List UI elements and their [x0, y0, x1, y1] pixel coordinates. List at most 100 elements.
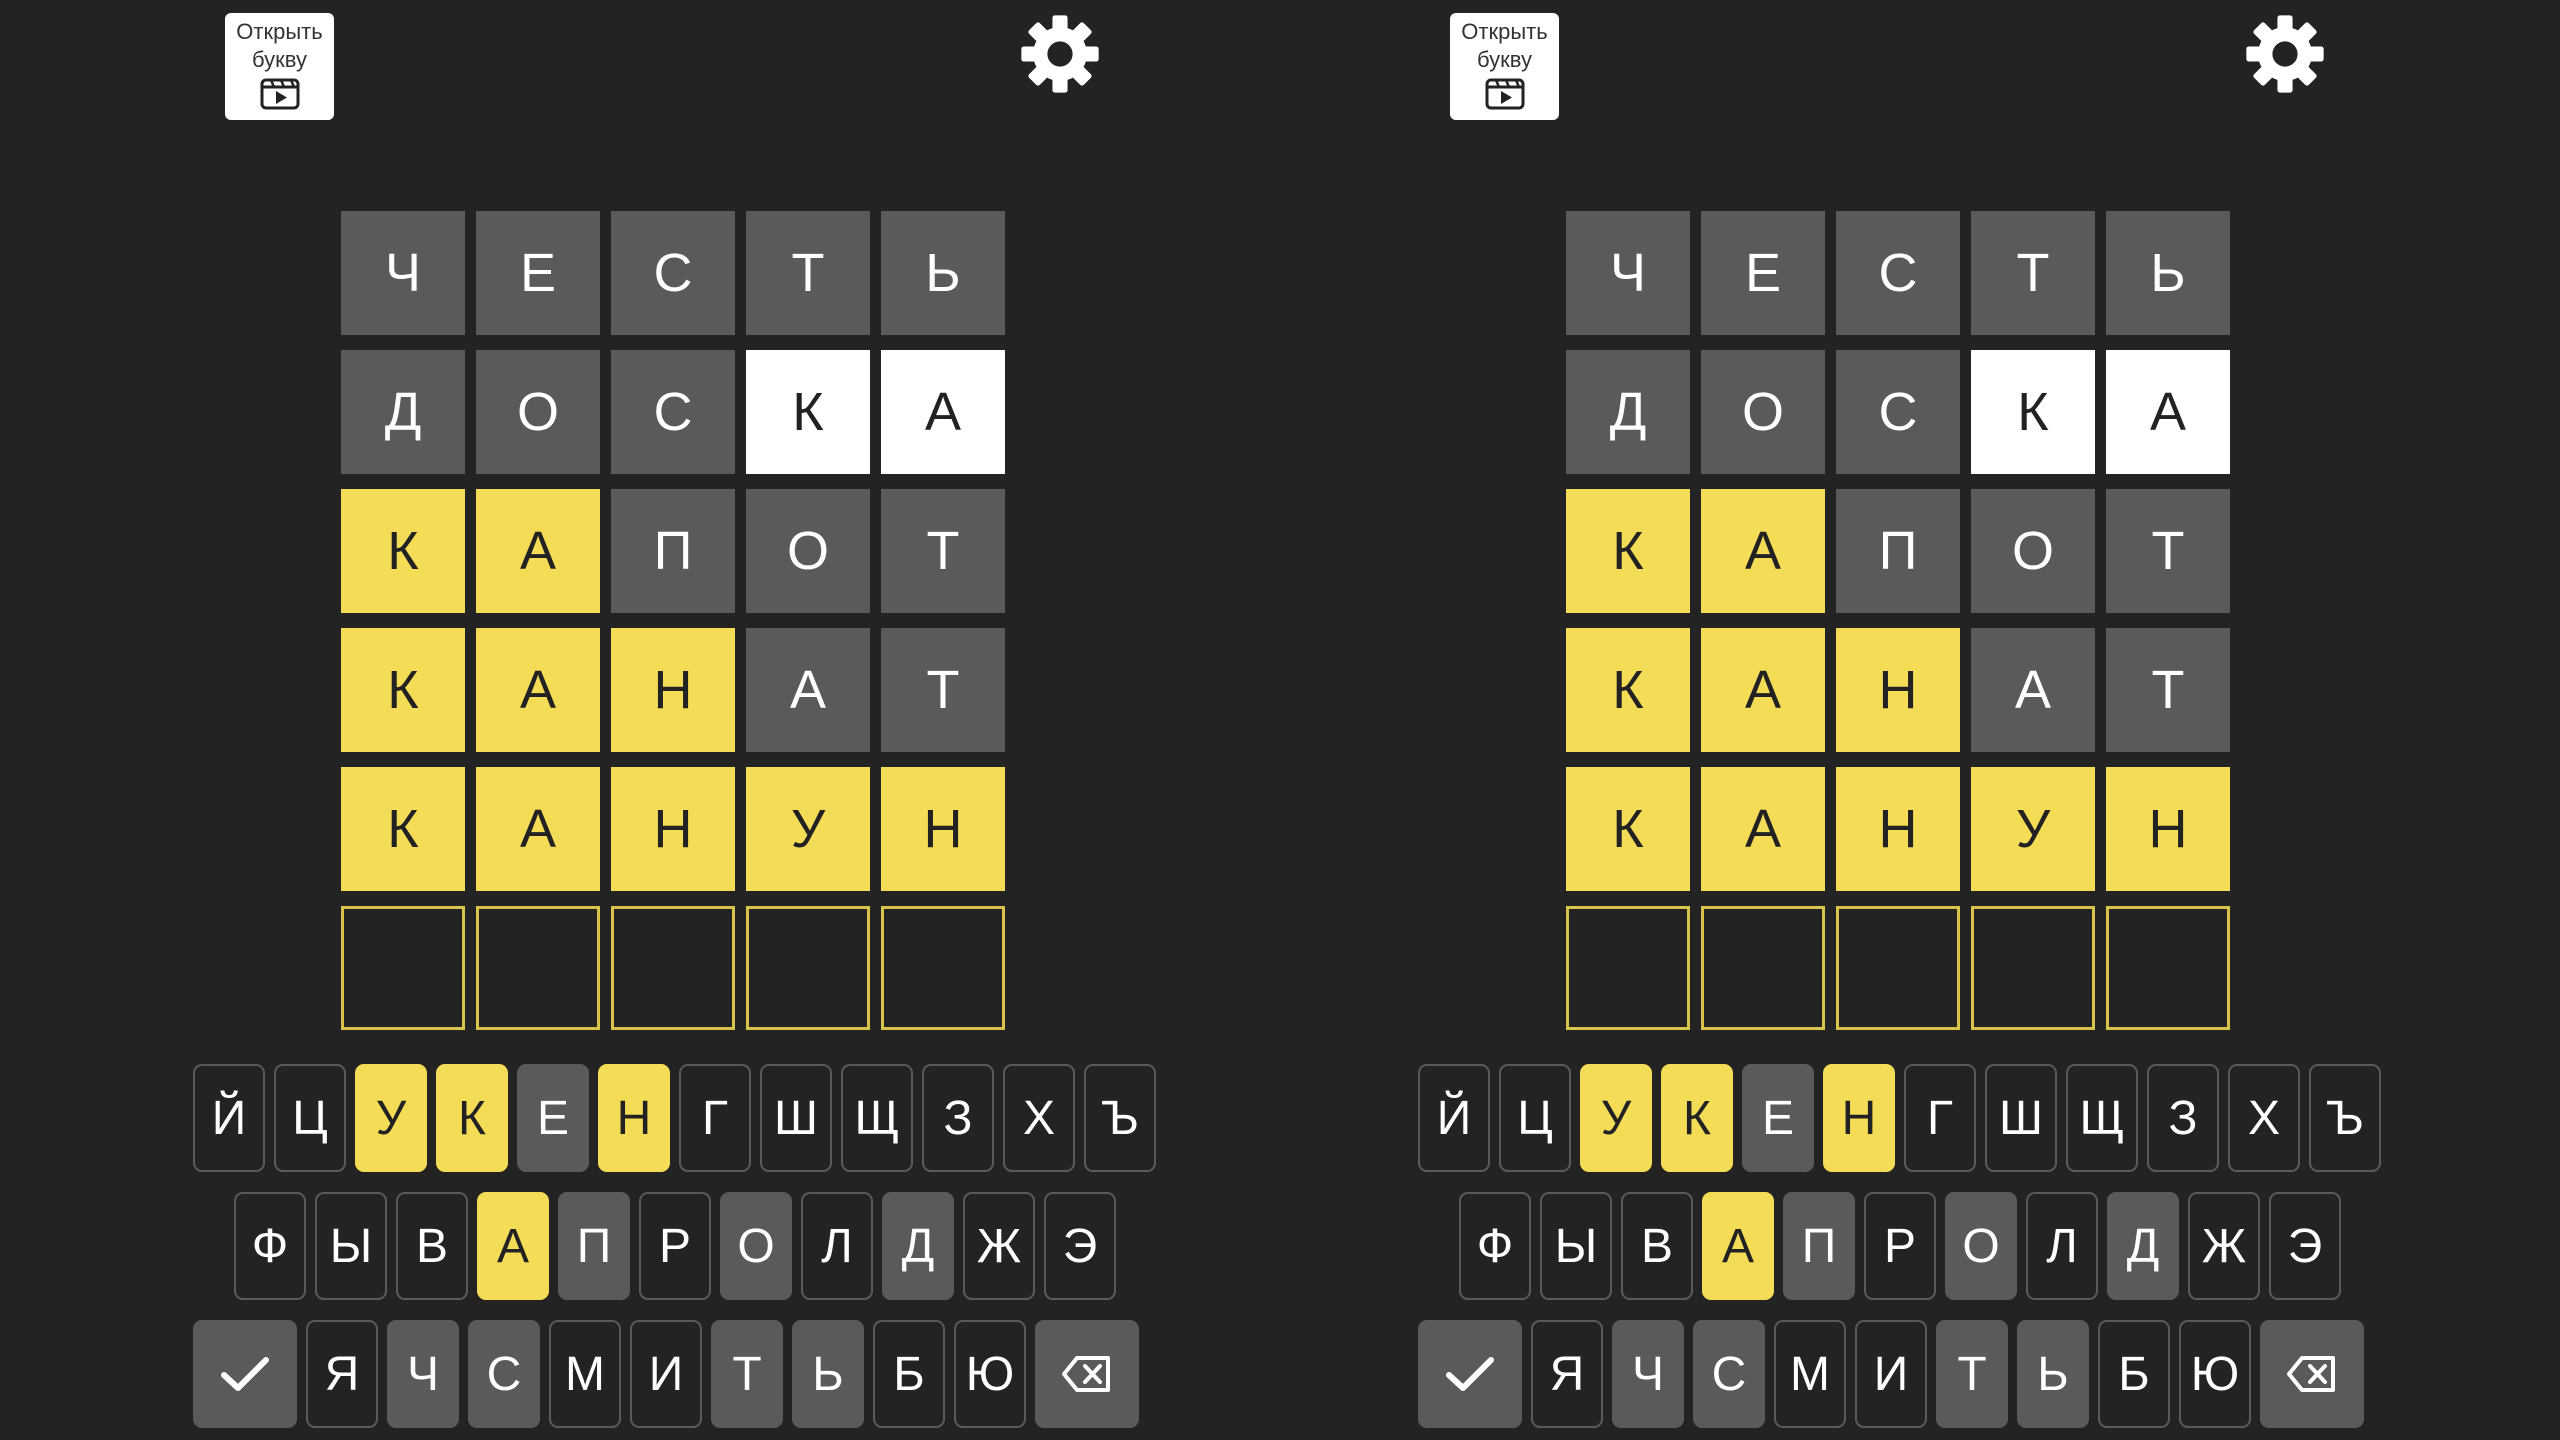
key-Ц[interactable]: Ц: [1499, 1064, 1571, 1172]
key-П[interactable]: П: [1783, 1192, 1855, 1300]
key-Ш[interactable]: Ш: [1985, 1064, 2057, 1172]
backspace-icon: [1062, 1356, 1110, 1392]
key-Д[interactable]: Д: [2107, 1192, 2179, 1300]
key-Ы[interactable]: Ы: [1540, 1192, 1612, 1300]
reveal-letter-button[interactable]: Открыть букву: [225, 13, 334, 120]
key-Э[interactable]: Э: [2269, 1192, 2341, 1300]
key-Е[interactable]: Е: [1742, 1064, 1814, 1172]
key-Я[interactable]: Я: [306, 1320, 378, 1428]
key-И[interactable]: И: [630, 1320, 702, 1428]
key-Ъ[interactable]: Ъ: [1084, 1064, 1156, 1172]
key-Ж[interactable]: Ж: [963, 1192, 1035, 1300]
key-Ъ[interactable]: Ъ: [2309, 1064, 2381, 1172]
key-С[interactable]: С: [1693, 1320, 1765, 1428]
reveal-letter-label: Открыть букву: [236, 19, 323, 72]
key-Ф[interactable]: Ф: [1459, 1192, 1531, 1300]
key-Э[interactable]: Э: [1044, 1192, 1116, 1300]
key-Г[interactable]: Г: [679, 1064, 751, 1172]
key-С[interactable]: С: [468, 1320, 540, 1428]
game-screen-left: Открыть букву ЧЕСТЬДОСКАКАПОТКАНАТКАНУН …: [0, 0, 1280, 1440]
guess-board: ЧЕСТЬДОСКАКАПОТКАНАТКАНУН: [1566, 211, 2230, 1030]
key-Ф[interactable]: Ф: [234, 1192, 306, 1300]
settings-gear-icon[interactable]: [2243, 12, 2327, 96]
board-tile: П: [1836, 489, 1960, 613]
board-tile: У: [1971, 767, 2095, 891]
key-Ь[interactable]: Ь: [2017, 1320, 2089, 1428]
submit-button[interactable]: [193, 1320, 297, 1428]
key-Ж[interactable]: Ж: [2188, 1192, 2260, 1300]
key-М[interactable]: М: [549, 1320, 621, 1428]
key-А[interactable]: А: [1702, 1192, 1774, 1300]
key-Б[interactable]: Б: [2098, 1320, 2170, 1428]
key-Л[interactable]: Л: [2026, 1192, 2098, 1300]
key-Ч[interactable]: Ч: [1612, 1320, 1684, 1428]
key-О[interactable]: О: [1945, 1192, 2017, 1300]
key-Г[interactable]: Г: [1904, 1064, 1976, 1172]
key-Н[interactable]: Н: [1823, 1064, 1895, 1172]
key-Ю[interactable]: Ю: [954, 1320, 1026, 1428]
key-К[interactable]: К: [436, 1064, 508, 1172]
board-tile: С: [611, 350, 735, 474]
key-К[interactable]: К: [1661, 1064, 1733, 1172]
key-Й[interactable]: Й: [193, 1064, 265, 1172]
key-В[interactable]: В: [396, 1192, 468, 1300]
board-tile: Т: [881, 628, 1005, 752]
key-У[interactable]: У: [1580, 1064, 1652, 1172]
key-Щ[interactable]: Щ: [2066, 1064, 2138, 1172]
key-О[interactable]: О: [720, 1192, 792, 1300]
key-Н[interactable]: Н: [598, 1064, 670, 1172]
board-tile: А: [476, 489, 600, 613]
key-Ш[interactable]: Ш: [760, 1064, 832, 1172]
key-М[interactable]: М: [1774, 1320, 1846, 1428]
board-tile: [1971, 906, 2095, 1030]
key-И[interactable]: И: [1855, 1320, 1927, 1428]
key-Р[interactable]: Р: [1864, 1192, 1936, 1300]
key-З[interactable]: З: [922, 1064, 994, 1172]
key-З[interactable]: З: [2147, 1064, 2219, 1172]
board-tile: А: [476, 767, 600, 891]
key-У[interactable]: У: [355, 1064, 427, 1172]
submit-button[interactable]: [1418, 1320, 1522, 1428]
board-tile: К: [341, 767, 465, 891]
key-Р[interactable]: Р: [639, 1192, 711, 1300]
board-tile: О: [476, 350, 600, 474]
key-Ц[interactable]: Ц: [274, 1064, 346, 1172]
board-tile: К: [1566, 767, 1690, 891]
key-Б[interactable]: Б: [873, 1320, 945, 1428]
board-tile: [1701, 906, 1825, 1030]
key-Е[interactable]: Е: [517, 1064, 589, 1172]
board-tile: Е: [1701, 211, 1825, 335]
board-tile: С: [1836, 211, 1960, 335]
board-tile: Н: [611, 628, 735, 752]
reveal-letter-button[interactable]: Открыть букву: [1450, 13, 1559, 120]
key-Й[interactable]: Й: [1418, 1064, 1490, 1172]
board-tile: [611, 906, 735, 1030]
key-Т[interactable]: Т: [1936, 1320, 2008, 1428]
board-tile: Т: [746, 211, 870, 335]
key-Я[interactable]: Я: [1531, 1320, 1603, 1428]
board-tile: [1566, 906, 1690, 1030]
settings-gear-icon[interactable]: [1018, 12, 1102, 96]
key-Ы[interactable]: Ы: [315, 1192, 387, 1300]
key-Ь[interactable]: Ь: [792, 1320, 864, 1428]
board-tile: Т: [2106, 628, 2230, 752]
key-Л[interactable]: Л: [801, 1192, 873, 1300]
board-tile: Ь: [881, 211, 1005, 335]
board-tile: Ч: [341, 211, 465, 335]
board-tile: Д: [341, 350, 465, 474]
key-Х[interactable]: Х: [2228, 1064, 2300, 1172]
key-П[interactable]: П: [558, 1192, 630, 1300]
key-Х[interactable]: Х: [1003, 1064, 1075, 1172]
backspace-button[interactable]: [1035, 1320, 1139, 1428]
key-В[interactable]: В: [1621, 1192, 1693, 1300]
key-Т[interactable]: Т: [711, 1320, 783, 1428]
key-А[interactable]: А: [477, 1192, 549, 1300]
video-play-icon: [1485, 78, 1524, 110]
key-Щ[interactable]: Щ: [841, 1064, 913, 1172]
key-Д[interactable]: Д: [882, 1192, 954, 1300]
board-tile: К: [1566, 489, 1690, 613]
backspace-button[interactable]: [2260, 1320, 2364, 1428]
key-Ч[interactable]: Ч: [387, 1320, 459, 1428]
board-tile: О: [1701, 350, 1825, 474]
key-Ю[interactable]: Ю: [2179, 1320, 2251, 1428]
